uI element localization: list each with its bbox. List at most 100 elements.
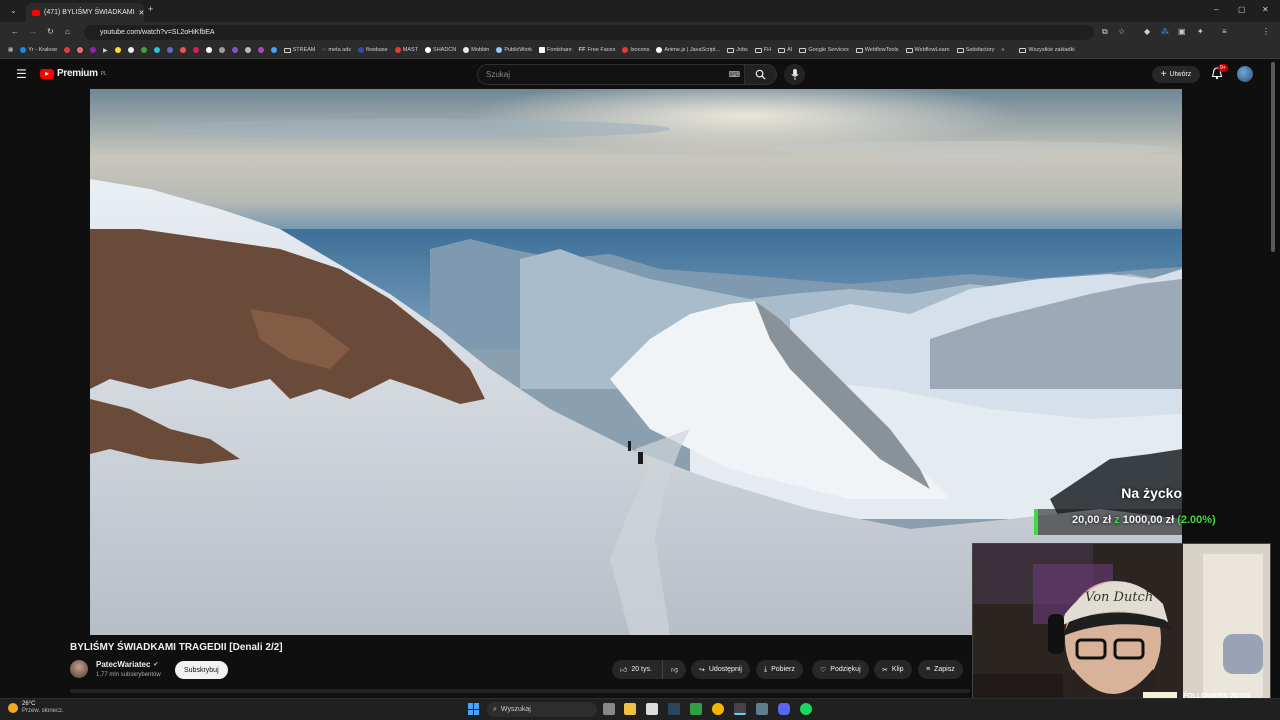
forward-icon[interactable]: → — [29, 27, 37, 36]
browser-tab-strip: ⌄ (471) BYLIŚMY ŚWIADKAMI ✕ + – ▢ ✕ — [0, 0, 1280, 22]
bookmark-meta-ads[interactable]: ∞ meta ads — [322, 47, 351, 53]
weather-widget[interactable]: 26°C Przew. słonecz. — [8, 701, 64, 715]
file-explorer-icon[interactable] — [624, 703, 636, 715]
back-icon[interactable]: ← — [11, 27, 19, 36]
settings-gear-icon[interactable] — [756, 703, 768, 715]
tab-search-icon[interactable]: ⌄ — [10, 6, 17, 15]
reading-list-icon[interactable]: ≡ — [1222, 27, 1227, 36]
browser-tab-active[interactable]: (471) BYLIŚMY ŚWIADKAMI ✕ — [26, 3, 144, 22]
chrome-icon[interactable] — [712, 703, 724, 715]
bookmark-favicon-icon[interactable] — [231, 47, 238, 53]
bookmark-flowbase[interactable]: flowbase — [358, 47, 388, 53]
bookmark-favicon-icon[interactable] — [257, 47, 264, 53]
channel-name[interactable]: PatecWariatec — [96, 660, 150, 669]
bookmark-shadcn[interactable]: SHADCN — [425, 47, 456, 53]
window-close-icon[interactable]: ✕ — [1262, 5, 1269, 14]
bookmark-favicon-icon[interactable] — [114, 47, 121, 53]
bookmark-mast[interactable]: MAST — [394, 47, 418, 53]
all-bookmarks[interactable]: Wszystkie zakładki — [1019, 47, 1075, 53]
thanks-button[interactable]: ♡ Podziękuj — [812, 660, 869, 679]
keyboard-icon[interactable]: ⌨ — [728, 70, 740, 79]
bookmark-favicon-icon[interactable] — [244, 47, 251, 53]
page-scrollbar[interactable] — [1271, 62, 1275, 252]
notepad-icon[interactable] — [646, 703, 658, 715]
bookmark-webflowlearn[interactable]: WebflowLearn — [905, 47, 950, 53]
bookmark-favicon-icon[interactable] — [270, 47, 277, 53]
bookmark-favicon-icon[interactable] — [76, 47, 83, 53]
bookmark-publicwork[interactable]: PublicWork — [496, 47, 532, 53]
hamburger-menu-icon[interactable]: ☰ — [16, 67, 27, 81]
search-input[interactable]: Szukaj ⌨ — [477, 64, 745, 85]
home-icon[interactable]: ⌂ — [65, 27, 70, 36]
taskbar-search[interactable]: ⌕ Wyszukaj — [487, 702, 597, 717]
youtube-logo[interactable]: ▶ Premium PL — [40, 68, 107, 79]
bookmark-animejs[interactable]: Anime.js | JavaScript... — [656, 47, 720, 53]
bookmark-free-faces[interactable]: FF Free Faces — [579, 47, 616, 53]
bookmarks-overflow-icon[interactable]: » — [1001, 47, 1004, 53]
xbox-icon[interactable] — [690, 703, 702, 715]
extensions-puzzle-icon[interactable]: ✦ — [1197, 27, 1204, 36]
discord-icon[interactable] — [778, 703, 790, 715]
create-button[interactable]: + Utwórz — [1152, 66, 1200, 83]
tab-close-icon[interactable]: ✕ — [139, 9, 144, 17]
bookmark-favicon-icon[interactable] — [140, 47, 147, 53]
bookmark-fontshare[interactable]: Fontshare — [539, 47, 572, 53]
bookmark-google-services[interactable]: Google Services — [799, 47, 849, 53]
share-label: Udostępnij — [708, 666, 742, 673]
bookmark-favicon-icon[interactable] — [218, 47, 225, 53]
steam-icon[interactable] — [668, 703, 680, 715]
bookmark-stream[interactable]: STREAM — [283, 47, 315, 53]
bookmark-favicon-icon[interactable] — [127, 47, 134, 53]
install-app-icon[interactable]: ⧉ — [1102, 27, 1108, 37]
bookmark-fh[interactable]: FH — [754, 47, 771, 53]
new-tab-icon[interactable]: + — [148, 4, 153, 14]
save-button[interactable]: ≡ Zapisz — [918, 660, 963, 679]
bookmark-isocons[interactable]: Isocons — [622, 47, 649, 53]
bookmark-jobs[interactable]: Jobs — [727, 47, 748, 53]
extension-icon[interactable]: ⁂ — [1161, 27, 1169, 36]
voice-search-button[interactable] — [784, 64, 805, 85]
extension-icon[interactable]: ▣ — [1178, 27, 1186, 36]
share-button[interactable]: ↪ Udostępnij — [691, 660, 750, 679]
bookmark-favicon-icon[interactable] — [166, 47, 173, 53]
bookmark-mobbin[interactable]: Mobbin — [463, 47, 489, 53]
channel-avatar[interactable] — [70, 660, 88, 678]
bookmark-webflowtools[interactable]: WebflowTools — [855, 47, 899, 53]
subscribe-button[interactable]: Subskrybuj — [175, 661, 228, 679]
apps-grid-icon[interactable]: ▦ — [8, 47, 13, 53]
bookmark-favicon-icon[interactable] — [192, 47, 199, 53]
folder-icon — [799, 47, 807, 53]
address-bar[interactable]: youtube.com/watch?v=SL2oHiKfbEA — [84, 25, 1094, 40]
spotify-icon[interactable] — [800, 703, 812, 715]
bookmark-yr-krakow[interactable]: Yr - Krakow — [20, 47, 57, 53]
bookmark-star-icon[interactable]: ☆ — [1118, 27, 1125, 36]
download-button[interactable]: ⤓ Pobierz — [756, 660, 803, 679]
task-view-icon[interactable] — [603, 703, 615, 715]
extension-icon[interactable]: ◆ — [1144, 27, 1150, 36]
obs-icon[interactable] — [734, 703, 746, 715]
url-text: youtube.com/watch?v=SL2oHiKfbEA — [100, 29, 215, 36]
bookmark-ai[interactable]: AI — [778, 47, 792, 53]
dislike-button[interactable]: 👎︎ — [662, 660, 686, 679]
channel-name-row[interactable]: PatecWariatec ✔ — [96, 660, 158, 669]
bookmark-satisfactory[interactable]: Satisfactory — [956, 47, 994, 53]
browser-menu-icon[interactable]: ⋮ — [1262, 27, 1270, 36]
minimize-icon[interactable]: – — [1214, 5, 1218, 14]
clip-button[interactable]: ✂ Klip — [874, 660, 912, 679]
reload-icon[interactable]: ↻ — [47, 27, 54, 36]
account-avatar[interactable] — [1237, 66, 1253, 82]
bookmark-favicon-icon[interactable] — [179, 47, 186, 53]
sun-weather-icon — [8, 703, 18, 713]
webcam-feed-image: Von Dutch — [973, 544, 1270, 710]
maximize-icon[interactable]: ▢ — [1238, 5, 1246, 14]
bookmark-favicon-icon[interactable] — [89, 47, 96, 53]
bookmark-favicon-icon[interactable] — [63, 47, 70, 53]
windows-start-icon[interactable] — [468, 703, 480, 715]
bookmark-favicon-icon[interactable] — [205, 47, 212, 53]
search-button[interactable] — [745, 64, 777, 85]
notifications-button[interactable]: 9+ — [1211, 64, 1228, 85]
youtube-header: ☰ ▶ Premium PL Szukaj ⌨ + Utwórz 9+ — [0, 59, 1280, 252]
play-bookmark-icon[interactable]: ▶ — [103, 47, 108, 54]
like-button[interactable]: 👍︎ 20 tys. — [612, 660, 662, 679]
bookmark-favicon-icon[interactable] — [153, 47, 160, 53]
